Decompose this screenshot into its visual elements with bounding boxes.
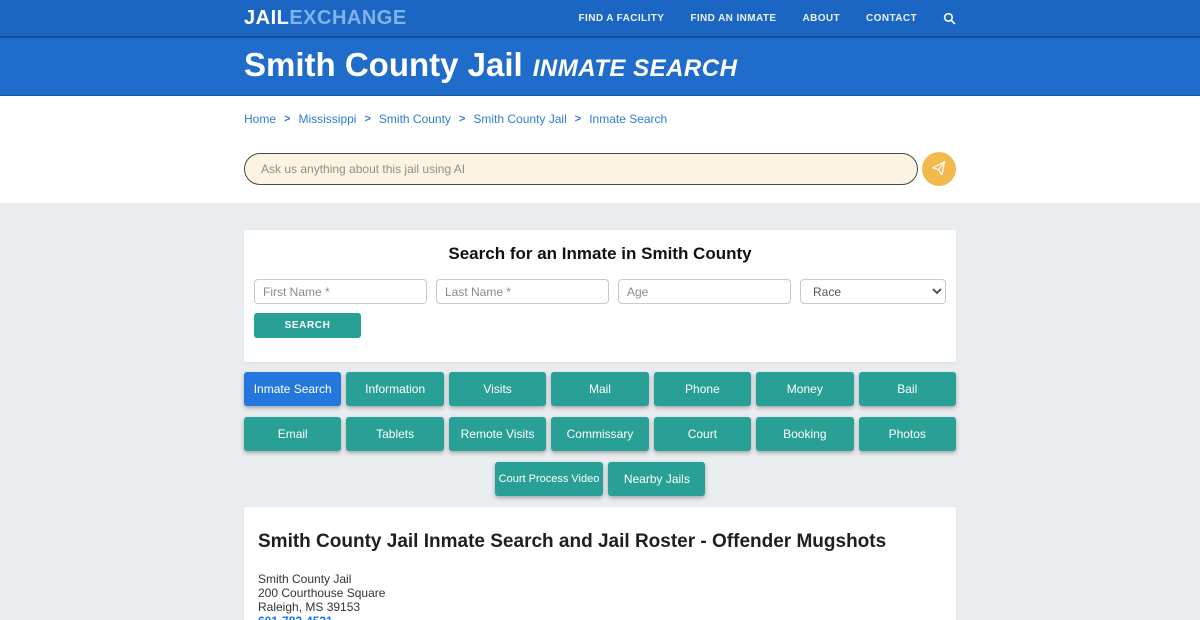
last-name-field[interactable]: [436, 279, 609, 304]
tab-mail[interactable]: Mail: [551, 372, 648, 406]
top-header: JAILEXCHANGE FIND A FACILITY FIND AN INM…: [0, 0, 1200, 38]
inmate-search-card: Search for an Inmate in Smith County Rac…: [244, 230, 956, 362]
nav-about[interactable]: ABOUT: [802, 13, 840, 24]
breadcrumb-mississippi[interactable]: Mississippi: [298, 112, 356, 126]
race-select[interactable]: Race: [800, 279, 946, 304]
logo-text-jail: JAIL: [244, 7, 289, 29]
first-name-field[interactable]: [254, 279, 427, 304]
main-content-area: Search for an Inmate in Smith County Rac…: [0, 203, 1200, 620]
page-subtitle: INMATE SEARCH: [533, 55, 738, 82]
tab-email[interactable]: Email: [244, 417, 341, 451]
jail-address-block: Smith County Jail 200 Courthouse Square …: [258, 573, 942, 620]
tab-phone[interactable]: Phone: [654, 372, 751, 406]
breadcrumb-smith-county-jail[interactable]: Smith County Jail: [473, 112, 566, 126]
tab-information[interactable]: Information: [346, 372, 443, 406]
tab-commissary[interactable]: Commissary: [551, 417, 648, 451]
breadcrumb: Home > Mississippi > Smith County > Smit…: [244, 112, 956, 126]
nav-find-an-inmate[interactable]: FIND AN INMATE: [690, 13, 776, 24]
tab-tablets[interactable]: Tablets: [346, 417, 443, 451]
chevron-right-icon: >: [575, 114, 581, 125]
jail-section-tabs: Inmate Search Information Visits Mail Ph…: [244, 372, 956, 496]
ai-search-input[interactable]: [244, 153, 918, 185]
nav-contact[interactable]: CONTACT: [866, 13, 917, 24]
logo[interactable]: JAILEXCHANGE: [244, 7, 407, 30]
search-button[interactable]: SEARCH: [254, 313, 361, 338]
tab-money[interactable]: Money: [756, 372, 853, 406]
breadcrumb-inmate-search[interactable]: Inmate Search: [589, 112, 667, 126]
age-field[interactable]: [618, 279, 791, 304]
search-form-row: Race: [254, 279, 946, 304]
tab-booking[interactable]: Booking: [756, 417, 853, 451]
tab-nearby-jails[interactable]: Nearby Jails: [608, 462, 705, 496]
jail-info-heading: Smith County Jail Inmate Search and Jail…: [258, 531, 942, 553]
tab-photos[interactable]: Photos: [859, 417, 956, 451]
search-icon[interactable]: [943, 12, 956, 25]
page-title-banner: Smith County Jail INMATE SEARCH: [0, 38, 1200, 96]
jail-address-name: Smith County Jail: [258, 573, 942, 587]
chevron-right-icon: >: [459, 114, 465, 125]
tab-court[interactable]: Court: [654, 417, 751, 451]
ai-send-button[interactable]: [922, 152, 956, 186]
tab-row-2: Email Tablets Remote Visits Commissary C…: [244, 417, 956, 451]
breadcrumb-search-strip: Home > Mississippi > Smith County > Smit…: [0, 96, 1200, 203]
nav-find-a-facility[interactable]: FIND A FACILITY: [579, 13, 665, 24]
tab-remote-visits[interactable]: Remote Visits: [449, 417, 546, 451]
tab-visits[interactable]: Visits: [449, 372, 546, 406]
jail-name: Smith County Jail: [244, 46, 523, 83]
chevron-right-icon: >: [364, 114, 370, 125]
jail-info-card: Smith County Jail Inmate Search and Jail…: [244, 507, 956, 620]
logo-text-exchange: EXCHANGE: [289, 7, 406, 29]
search-card-title: Search for an Inmate in Smith County: [254, 244, 946, 264]
tab-court-process-video[interactable]: Court Process Video: [495, 462, 604, 496]
top-navigation: FIND A FACILITY FIND AN INMATE ABOUT CON…: [579, 12, 956, 25]
jail-phone-link[interactable]: 601-782-4531: [258, 615, 333, 620]
tab-row-3: Court Process Video Nearby Jails: [244, 462, 956, 496]
ai-search-row: [244, 152, 956, 186]
tab-bail[interactable]: Bail: [859, 372, 956, 406]
paper-plane-icon: [930, 160, 948, 178]
page-title: Smith County Jail INMATE SEARCH: [244, 36, 956, 98]
breadcrumb-home[interactable]: Home: [244, 112, 276, 126]
jail-address-city: Raleigh, MS 39153: [258, 601, 942, 615]
tab-inmate-search[interactable]: Inmate Search: [244, 372, 341, 406]
tab-row-1: Inmate Search Information Visits Mail Ph…: [244, 372, 956, 406]
chevron-right-icon: >: [284, 114, 290, 125]
breadcrumb-smith-county[interactable]: Smith County: [379, 112, 451, 126]
jail-address-street: 200 Courthouse Square: [258, 587, 942, 601]
